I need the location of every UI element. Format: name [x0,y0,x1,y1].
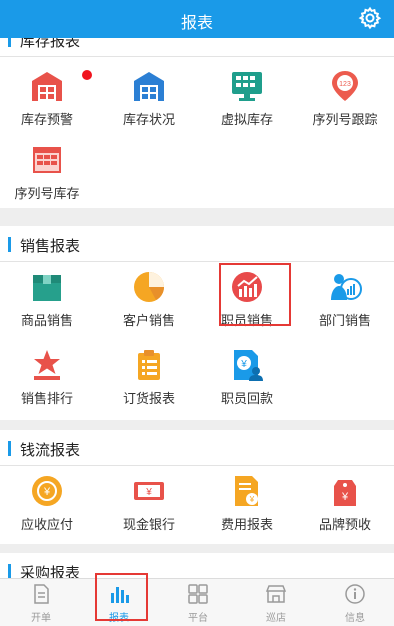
report-item-label: 客户销售 [122,314,175,329]
report-item-serial-stock[interactable]: 序列号库存 [0,139,94,209]
highlight-box [219,263,291,326]
section-title: 采购报表 [20,564,81,578]
report-item-label: 库存状况 [122,113,175,128]
svg-text:¥: ¥ [240,359,247,370]
report-item-label: 现金银行 [122,518,175,533]
svg-text:123: 123 [339,81,351,88]
section-inventory: 库存报表 库存预警 库存状况 虚拟库存 123 序列号跟踪 序列号库存 [0,38,394,208]
svg-text:¥: ¥ [341,491,349,503]
report-item-product-sales[interactable]: 商品销售 [0,266,94,336]
svg-text:¥: ¥ [43,486,51,498]
report-item-expense-report[interactable]: ¥ 费用报表 [200,470,294,540]
document-icon [34,584,49,604]
report-item-dept-sales[interactable]: 部门销售 [298,266,392,336]
svg-text:¥: ¥ [249,495,255,504]
location-pin-123-icon: 123 [332,71,358,101]
report-item-label: 库存预警 [20,113,73,128]
star-podium-icon [34,350,60,380]
yen-bill-icon: ¥ [134,482,164,500]
report-item-staff-collection[interactable]: ¥ 职员回款 [200,344,294,414]
tab-platform[interactable]: 平台 [159,579,237,626]
section-title: 库存报表 [20,38,81,50]
section-title: 销售报表 [20,237,81,255]
monitor-grid-icon [232,72,262,101]
report-item-stock-status[interactable]: 库存状况 [102,65,196,135]
tab-store-patrol[interactable]: 巡店 [237,579,315,626]
section-cashflow: 钱流报表 ¥ 应收应付 ¥ 现金银行 ¥ 费用报表 ¥ 品牌预收 [0,430,394,544]
report-item-customer-sales[interactable]: 客户销售 [102,266,196,336]
report-item-label: 销售排行 [20,392,73,407]
report-item-label: 商品销售 [20,314,73,329]
report-item-label: 费用报表 [220,518,273,533]
section-accent-bar [8,441,11,456]
report-item-label: 职员回款 [220,392,273,407]
shop-icon [265,585,287,603]
tab-label: 信息 [345,613,365,624]
info-icon [345,584,365,604]
yen-document-icon: ¥ [235,476,258,506]
report-item-label: 序列号跟踪 [312,113,378,128]
svg-text:¥: ¥ [145,487,152,498]
app-header: 报表 [0,0,394,38]
report-item-label: 品牌预收 [318,518,371,533]
report-item-brand-advance[interactable]: ¥ 品牌预收 [298,470,392,540]
warehouse-alert-icon [32,72,62,101]
section-accent-bar [8,564,11,578]
yen-person-doc-icon: ¥ [234,350,263,381]
bottom-tab-bar: 开单 报表 平台 巡店 信息 [0,573,394,626]
report-list[interactable]: 库存报表 库存预警 库存状况 虚拟库存 123 序列号跟踪 序列号库存 销售报表… [0,38,394,578]
report-item-label: 序列号库存 [14,187,80,202]
report-item-label: 虚拟库存 [220,113,273,128]
section-header: 采购报表 [0,553,394,578]
tab-info[interactable]: 信息 [316,579,394,626]
pie-chart-icon [134,272,164,302]
section-header: 销售报表 [0,226,394,262]
report-item-virtual-stock[interactable]: 虚拟库存 [200,65,294,135]
notification-dot [82,70,92,80]
tab-label: 巡店 [266,613,286,624]
section-sales: 销售报表 商品销售 客户销售 职员销售 部门销售 销售排行 订货报表 ¥ 职员回… [0,226,394,420]
tab-label: 开单 [31,613,51,624]
highlight-box [95,573,148,621]
yen-cycle-icon: ¥ [32,476,62,506]
yen-tag-icon: ¥ [334,480,356,506]
section-accent-bar [8,237,11,252]
grid-squares-icon [188,584,208,604]
report-item-sales-ranking[interactable]: 销售排行 [0,344,94,414]
serial-grid-icon [33,147,61,173]
section-header: 钱流报表 [0,430,394,466]
section-header: 库存报表 [0,38,394,57]
report-item-cash-bank[interactable]: ¥ 现金银行 [102,470,196,540]
report-item-label: 部门销售 [318,314,371,329]
report-item-order-report[interactable]: 订货报表 [102,344,196,414]
warehouse-status-icon [134,72,164,101]
section-accent-bar [8,38,11,47]
page-title: 报表 [180,13,213,32]
section-purchase: 采购报表 [0,553,394,578]
report-item-serial-track[interactable]: 123 序列号跟踪 [298,65,392,135]
report-item-label: 应收应付 [20,518,73,533]
tab-order[interactable]: 开单 [2,579,80,626]
section-title: 钱流报表 [20,441,81,459]
tab-label: 平台 [188,613,208,624]
clipboard-list-icon [138,350,160,380]
person-chart-icon [331,274,362,300]
gear-icon[interactable] [358,6,382,30]
report-item-stock-alert[interactable]: 库存预警 [0,65,94,135]
product-box-icon [33,275,61,301]
report-item-label: 订货报表 [122,392,175,407]
report-item-receivable-payable[interactable]: ¥ 应收应付 [0,470,94,540]
